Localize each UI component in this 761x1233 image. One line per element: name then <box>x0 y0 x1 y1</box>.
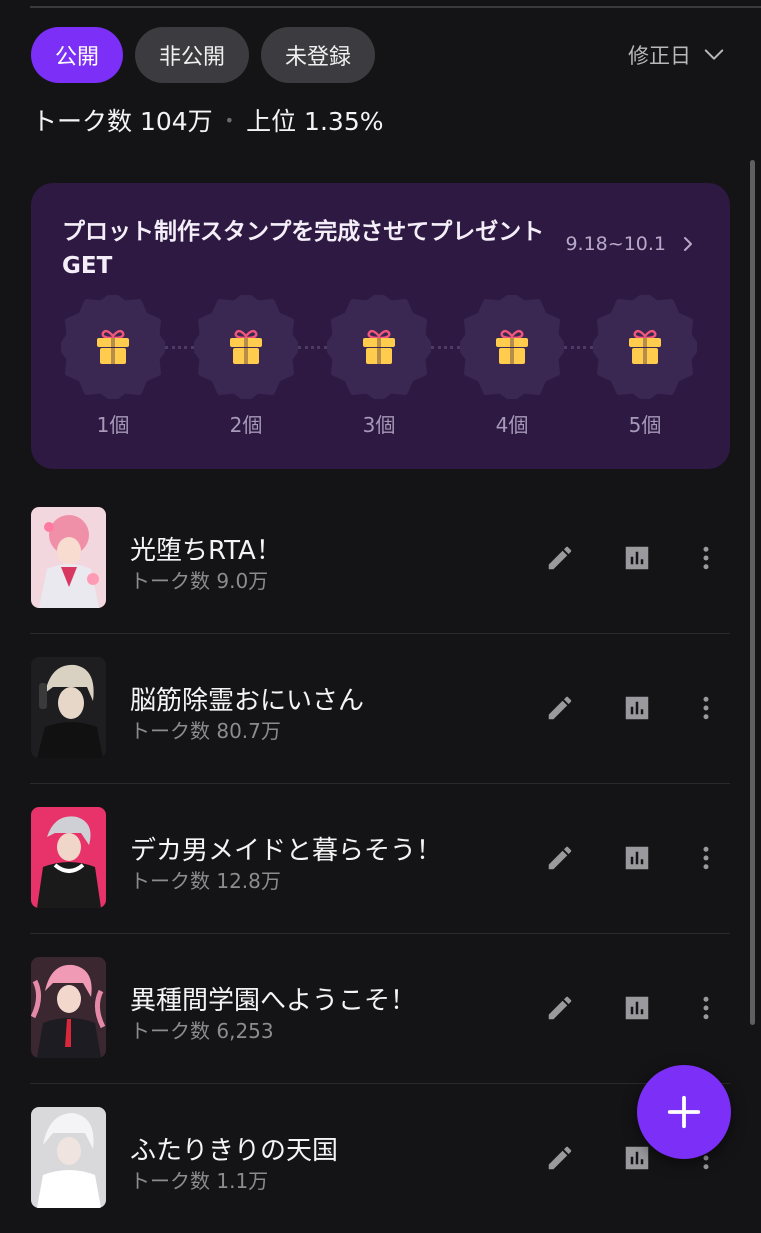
stamp-slot: 2個 <box>194 295 298 438</box>
story-talk-count: トーク数 6,253 <box>130 1019 274 1043</box>
stats-button[interactable] <box>620 691 654 725</box>
story-title: 脳筋除霊おにいさん <box>130 686 365 716</box>
banner-title: プロット制作スタンプを完成させてプレゼントGET <box>62 219 545 279</box>
story-row[interactable]: 脳筋除霊おにいさん トーク数 80.7万 <box>30 634 730 784</box>
story-thumbnail[interactable] <box>31 507 106 608</box>
plus-icon <box>667 1095 701 1129</box>
edit-button[interactable] <box>543 1141 577 1175</box>
sort-dropdown[interactable]: 修正日 <box>628 40 725 70</box>
stamp-event-banner[interactable]: プロット制作スタンプを完成させてプレゼントGET 9.18~10.1 1個 2個 3… <box>31 183 730 469</box>
story-title: デカ男メイドと暮らそう！ <box>130 836 443 866</box>
pencil-icon <box>548 1146 572 1170</box>
sort-label: 修正日 <box>628 44 691 68</box>
gift-icon <box>363 329 395 364</box>
stats-button[interactable] <box>620 541 654 575</box>
story-title: 光堕ちRTA！ <box>130 536 282 566</box>
stamp-slot: 1個 <box>61 295 165 438</box>
stamp-slot: 5個 <box>593 295 697 438</box>
bar-chart-icon <box>625 696 649 720</box>
stamp-connector <box>165 346 194 349</box>
banner-period: 9.18~10.1 <box>565 233 666 255</box>
stamp-label: 3個 <box>362 413 396 437</box>
story-talk-count: トーク数 12.8万 <box>130 869 281 893</box>
stamp-slot: 3個 <box>327 295 431 438</box>
stamp-label: 4個 <box>495 413 529 437</box>
more-vertical-icon <box>703 996 709 1020</box>
story-list: 光堕ちRTA！ トーク数 9.0万 脳筋除霊おにいさん トーク数 80.7万 デ… <box>30 484 730 1233</box>
pencil-icon <box>548 996 572 1020</box>
more-options-button[interactable] <box>689 841 723 875</box>
story-thumbnail[interactable] <box>31 807 106 908</box>
chevron-down-icon <box>704 49 724 60</box>
add-story-button[interactable] <box>637 1065 731 1159</box>
story-talk-count: トーク数 9.0万 <box>130 569 269 593</box>
more-options-button[interactable] <box>689 991 723 1025</box>
stamp-connector <box>431 346 460 349</box>
gift-icon <box>629 329 661 364</box>
more-options-button[interactable] <box>689 541 723 575</box>
stats-summary: トーク数 104万 • 上位 1.35% <box>32 102 383 138</box>
gift-icon <box>230 329 262 364</box>
gift-icon <box>496 329 528 364</box>
bar-chart-icon <box>625 996 649 1020</box>
top-divider <box>30 6 761 8</box>
story-title: ふたりきりの天国 <box>130 1136 339 1166</box>
story-thumbnail[interactable] <box>31 957 106 1058</box>
stamp-label: 2個 <box>229 413 263 437</box>
stamp-connector <box>298 346 327 349</box>
stamp-badge <box>61 295 165 399</box>
pencil-icon <box>548 696 572 720</box>
scrollbar[interactable] <box>750 160 755 1025</box>
filter-public-chip[interactable]: 公開 <box>31 27 124 83</box>
story-row[interactable]: デカ男メイドと暮らそう！ トーク数 12.8万 <box>30 784 730 934</box>
chevron-right-icon <box>684 237 692 251</box>
story-row[interactable]: 異種間学園へようこそ！ トーク数 6,253 <box>30 934 730 1084</box>
story-title: 異種間学園へようこそ！ <box>130 986 417 1016</box>
pencil-icon <box>548 546 572 570</box>
stats-button[interactable] <box>620 841 654 875</box>
stamp-label: 1個 <box>96 413 130 437</box>
story-thumbnail[interactable] <box>31 657 106 758</box>
gift-icon <box>97 329 129 364</box>
bar-chart-icon <box>625 546 649 570</box>
more-vertical-icon <box>703 546 709 570</box>
banner-period-link[interactable]: 9.18~10.1 <box>565 233 696 255</box>
stamp-badge <box>593 295 697 399</box>
rank-percent: 上位 1.35% <box>246 107 384 136</box>
story-talk-count: トーク数 1.1万 <box>130 1169 269 1193</box>
story-thumbnail[interactable] <box>31 1107 106 1208</box>
more-options-button[interactable] <box>689 691 723 725</box>
stamp-slot: 4個 <box>460 295 564 438</box>
stats-button[interactable] <box>620 1141 654 1175</box>
story-row[interactable]: ふたりきりの天国 トーク数 1.1万 <box>30 1084 730 1233</box>
stamp-track: 1個 2個 3個 4個 5個 <box>61 295 701 445</box>
more-vertical-icon <box>703 846 709 870</box>
stamp-badge <box>460 295 564 399</box>
stamp-label: 5個 <box>628 413 662 437</box>
edit-button[interactable] <box>543 991 577 1025</box>
bar-chart-icon <box>625 1146 649 1170</box>
edit-button[interactable] <box>543 691 577 725</box>
stamp-badge <box>194 295 298 399</box>
visibility-filter-group: 公開 非公開 未登録 <box>31 27 376 83</box>
story-row[interactable]: 光堕ちRTA！ トーク数 9.0万 <box>30 484 730 634</box>
stamp-connector <box>564 346 593 349</box>
bar-chart-icon <box>625 846 649 870</box>
pencil-icon <box>548 846 572 870</box>
filter-unregistered-chip[interactable]: 未登録 <box>261 27 376 83</box>
edit-button[interactable] <box>543 541 577 575</box>
separator-dot: • <box>224 110 235 130</box>
stats-button[interactable] <box>620 991 654 1025</box>
more-vertical-icon <box>703 696 709 720</box>
filter-private-chip[interactable]: 非公開 <box>135 27 250 83</box>
total-talk-count: トーク数 104万 <box>32 107 213 136</box>
stamp-badge <box>327 295 431 399</box>
story-talk-count: トーク数 80.7万 <box>130 719 281 743</box>
edit-button[interactable] <box>543 841 577 875</box>
